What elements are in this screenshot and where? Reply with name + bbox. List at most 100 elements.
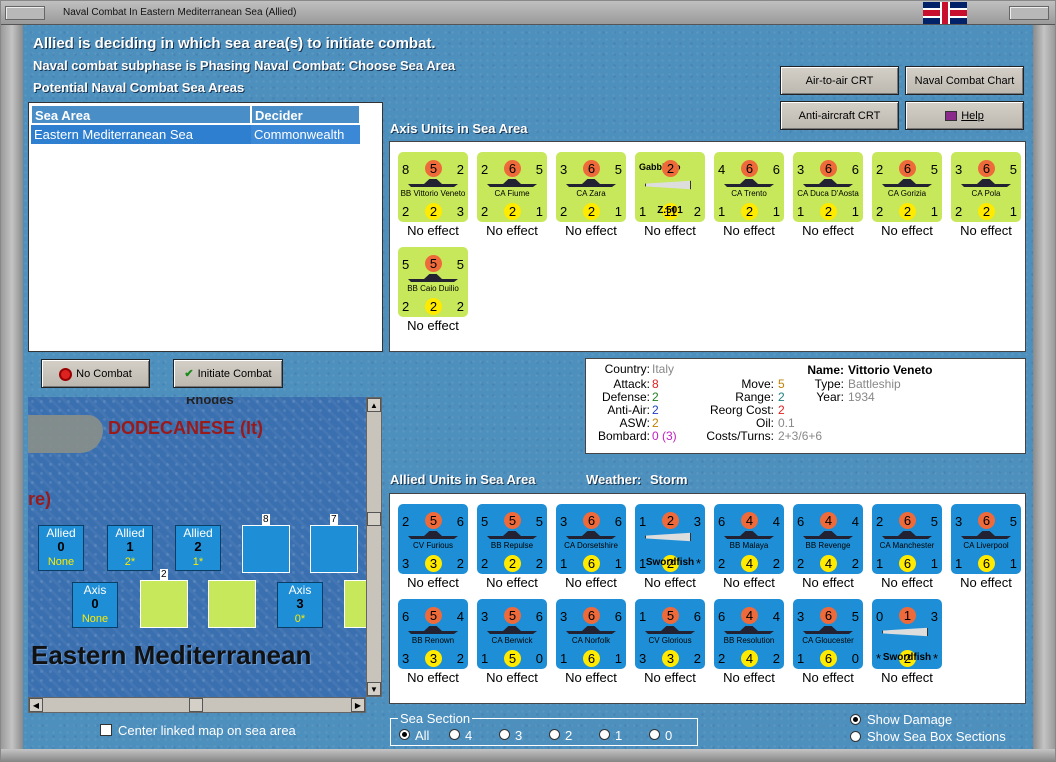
unit-counter[interactable]: 1 2 3 1 2 * Swordfish [635, 504, 705, 574]
swordfish-map-counter[interactable] [310, 525, 358, 573]
costs-turns-label: Costs/Turns: [706, 429, 774, 443]
unit-counter[interactable]: 3 6 5 1 6 0 CA Gloucester [793, 599, 863, 669]
scroll-up-button[interactable]: ▲ [367, 398, 381, 412]
unit-counter[interactable]: 6 4 4 2 4 2 BB Resolution [714, 599, 784, 669]
table-row-decider[interactable]: Commonwealth [251, 125, 360, 144]
bottom-right-value: 2 [456, 651, 464, 666]
unit-counter[interactable]: Gabbiano 2 1 11 2 Z.501 [635, 152, 705, 222]
asw-label: ASW: [619, 416, 650, 430]
uk-flag-icon [923, 2, 967, 24]
map-horizontal-scrollbar[interactable]: ◀ ▶ [28, 697, 366, 713]
center-map-checkbox[interactable] [100, 724, 112, 736]
combat-effect: No effect [881, 575, 933, 590]
naval-combat-chart-button[interactable]: Naval Combat Chart [905, 66, 1024, 95]
window-control-button[interactable] [1009, 6, 1049, 20]
combat-effect: No effect [644, 575, 696, 590]
show-damage-radio[interactable] [850, 714, 861, 725]
unit-name: CA Zara [576, 189, 606, 198]
book-icon [945, 111, 958, 122]
anti-aircraft-crt-button[interactable]: Anti-aircraft CRT [780, 101, 899, 130]
bottom-right-value: 0 [851, 651, 859, 666]
scroll-left-button[interactable]: ◀ [29, 698, 43, 712]
unit-counter[interactable]: 3 6 6 1 2 1 CA Duca D'Aosta [793, 152, 863, 222]
unit-counter[interactable]: 6 4 4 2 4 2 BB Revenge [793, 504, 863, 574]
unit-counter[interactable]: 1 5 6 3 3 2 CV Glorious [635, 599, 705, 669]
swordfish-map-counter[interactable] [242, 525, 290, 573]
name-label: Name: [807, 363, 844, 377]
unit-counter[interactable]: 2 6 5 2 2 1 CA Gorizia [872, 152, 942, 222]
attack-value: 6 [741, 160, 758, 177]
ship-silhouette-icon [961, 179, 1011, 187]
sea-section-radio[interactable] [449, 729, 460, 740]
table-row-sea-area[interactable]: Eastern Mediterranean Sea [31, 125, 251, 144]
defense-value: 3 [425, 650, 442, 667]
allied-sea-box-2[interactable]: Allied 2 1* [175, 525, 221, 571]
help-button[interactable]: Help [905, 101, 1024, 130]
scroll-right-button[interactable]: ▶ [351, 698, 365, 712]
sea-section-radio[interactable] [499, 729, 510, 740]
sea-section-radio[interactable] [599, 729, 610, 740]
unit-counter[interactable]: 8 5 2 2 2 3 BB Vittorio Veneto [398, 152, 468, 222]
bottom-right-value: 2 [456, 556, 464, 571]
unit-counter[interactable]: 3 6 5 2 2 1 CA Zara [556, 152, 626, 222]
unit-counter[interactable]: 3 6 5 2 2 1 CA Pola [951, 152, 1021, 222]
defense-label: Defense: [601, 390, 650, 404]
system-menu-button[interactable] [5, 6, 45, 20]
unit-counter[interactable]: 6 4 4 2 4 2 BB Malaya [714, 504, 784, 574]
axis-sea-box-0[interactable]: Axis 0 None [72, 582, 118, 628]
show-sections-radio[interactable] [850, 731, 861, 742]
unit-counter[interactable]: 6 5 4 3 3 2 BB Renown [398, 599, 468, 669]
top-left-value: 3 [955, 514, 963, 529]
sea-section-radio[interactable] [549, 729, 560, 740]
defense-value: 2 [899, 203, 916, 220]
sea-section-radio[interactable] [399, 729, 410, 740]
axis-sea-box-3[interactable]: Axis 3 0* [277, 582, 323, 628]
gabbiano-map-counter[interactable] [208, 580, 256, 628]
top-left-value: 3 [560, 162, 568, 177]
bottom-left-value: 1 [481, 651, 489, 666]
combat-effect: No effect [802, 575, 854, 590]
unit-name: CA Liverpool [963, 541, 1009, 550]
scroll-down-button[interactable]: ▼ [367, 682, 381, 696]
unit-counter[interactable]: 3 5 6 1 5 0 CA Berwick [477, 599, 547, 669]
allied-sea-box-1[interactable]: Allied 1 2* [107, 525, 153, 571]
sea-section-radio[interactable] [649, 729, 660, 740]
bottom-left-value: 1 [797, 651, 805, 666]
bottom-right-value: 1 [1009, 204, 1017, 219]
scroll-thumb[interactable] [189, 698, 203, 712]
axis-units-panel: 8 5 2 2 2 3 BB Vittorio Veneto No effect 2 6 5 2 2 1 C… [389, 141, 1026, 352]
initiate-combat-button[interactable]: ✔ Initiate Combat [173, 359, 283, 388]
unit-counter[interactable]: 3 6 5 1 6 1 CA Liverpool [951, 504, 1021, 574]
unit-counter[interactable]: 4 6 6 1 2 1 CA Trento [714, 152, 784, 222]
unit-counter[interactable]: 2 6 5 1 6 1 CA Manchester [872, 504, 942, 574]
unit-name: BB Resolution [723, 636, 775, 645]
unit-counter[interactable]: 5 5 5 2 2 2 BB Repulse [477, 504, 547, 574]
ship-silhouette-icon [882, 179, 932, 187]
top-left-value: 3 [560, 514, 568, 529]
map-vertical-scrollbar[interactable]: ▲ ▼ [366, 397, 382, 697]
unit-counter[interactable]: 2 6 5 2 2 1 CA Fiume [477, 152, 547, 222]
axis-map-counter[interactable] [344, 580, 366, 628]
unit-counter[interactable]: 2 5 6 3 3 2 CV Furious [398, 504, 468, 574]
attack-value: 6 [978, 160, 995, 177]
top-right-value: 6 [614, 609, 622, 624]
no-combat-button[interactable]: No Combat [41, 359, 150, 388]
unit-counter[interactable]: 3 6 6 1 6 1 CA Dorsetshire [556, 504, 626, 574]
ship-silhouette-icon [803, 531, 853, 539]
sea-area-table: Sea Area Decider Eastern Mediterranean S… [28, 102, 383, 352]
allied-sea-box-0[interactable]: Allied 0 None [38, 525, 84, 571]
potential-areas-title: Potential Naval Combat Sea Areas [33, 80, 245, 95]
column-header-sea-area: Sea Area [31, 105, 251, 124]
allied-units-title: Allied Units in Sea Area [390, 472, 536, 487]
top-right-value: 4 [772, 609, 780, 624]
allied-box-sub: 2* [124, 556, 136, 568]
unit-counter[interactable]: 0 1 3 * 2 * Swordfish [872, 599, 942, 669]
attack-value: 6 [820, 607, 837, 624]
scroll-thumb[interactable] [367, 512, 381, 526]
unit-counter[interactable]: 5 5 5 2 2 2 BB Caio Duilio [398, 247, 468, 317]
caio-duilio-map-counter[interactable] [140, 580, 188, 628]
unit-counter[interactable]: 3 6 6 1 6 1 CA Norfolk [556, 599, 626, 669]
air-to-air-crt-button[interactable]: Air-to-air CRT [780, 66, 899, 95]
top-left-value: 8 [402, 162, 410, 177]
linked-map-view[interactable]: Rhodes DODECANESE (It) re) Allied 0 None A… [28, 397, 366, 697]
